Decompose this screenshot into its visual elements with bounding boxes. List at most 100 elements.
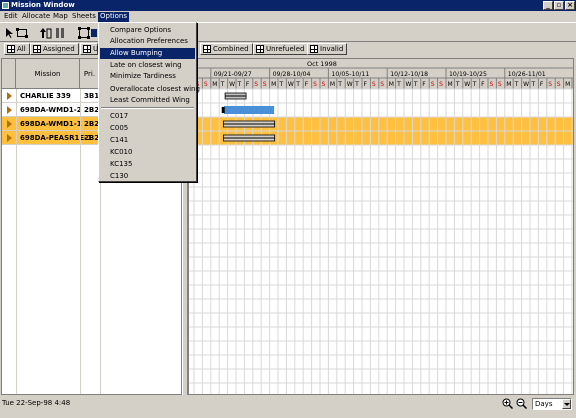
day-letter: T	[337, 81, 342, 88]
expand-triangle-icon[interactable]	[7, 92, 12, 100]
filter-label: Assigned	[43, 45, 75, 53]
expand-triangle-icon[interactable]	[7, 134, 12, 142]
filter-label: Unrefueled	[266, 45, 305, 53]
window-title: Mission Window	[11, 1, 75, 9]
day-letter: W	[464, 81, 470, 88]
expand-triangle-icon[interactable]	[7, 106, 12, 114]
day-letter: S	[431, 81, 435, 88]
day-letter: T	[514, 81, 519, 88]
day-letter: M	[330, 81, 335, 88]
day-letter: T	[396, 81, 401, 88]
menu-item-allocation-preferences[interactable]: Allocation Preferences	[100, 36, 195, 47]
mission-name: 698DA-WMD1-1	[20, 120, 82, 128]
grid-icon	[203, 45, 211, 53]
menu-item-late-on-closest-wing[interactable]: Late on closest wing	[100, 60, 195, 71]
filter-unassigned[interactable]: U	[80, 43, 98, 55]
menu-item-least-committed-wing[interactable]: Least Committed Wing	[100, 95, 195, 106]
fit-box-icon[interactable]	[78, 27, 90, 39]
day-letter: F	[246, 81, 250, 88]
day-letter: F	[481, 81, 485, 88]
day-letter: F	[364, 81, 368, 88]
day-letter: M	[448, 81, 453, 88]
select-box-icon[interactable]	[16, 27, 28, 39]
maximize-button[interactable]: ▫	[554, 1, 564, 10]
menu-item-compare-options[interactable]: Compare Options	[100, 25, 195, 36]
column-divider	[80, 89, 81, 394]
week-label: 10/12-10/18	[390, 71, 428, 78]
week-label: 09/21-09/27	[214, 71, 252, 78]
menu-item-aircraft-kc135[interactable]: KC135	[100, 159, 195, 170]
menu-item-minimize-tardiness[interactable]: Minimize Tardiness	[100, 71, 195, 82]
day-letter: S	[548, 81, 552, 88]
menu-separator	[101, 107, 194, 109]
app-icon	[2, 2, 9, 9]
day-letter: T	[295, 81, 300, 88]
zoom-out-icon[interactable]	[516, 398, 528, 410]
close-button[interactable]: ×	[565, 1, 575, 10]
day-letter: S	[204, 81, 208, 88]
mission-name: CHARLIE 339	[20, 92, 71, 100]
columns-icon[interactable]	[54, 27, 66, 39]
day-letter: M	[271, 81, 276, 88]
day-letter: W	[406, 81, 412, 88]
header-mission[interactable]: Mission	[16, 59, 80, 89]
select-arrow-icon[interactable]	[4, 27, 16, 39]
menu-item-aircraft-c017[interactable]: C017	[100, 111, 195, 122]
grid-icon	[83, 45, 91, 53]
expand-triangle-icon[interactable]	[7, 120, 12, 128]
menu-allocate[interactable]: Allocate	[20, 12, 52, 22]
mission-priority: 3B1	[84, 92, 100, 100]
day-letter: T	[354, 81, 359, 88]
day-letter: F	[540, 81, 544, 88]
menu-item-aircraft-c141[interactable]: C141	[100, 135, 195, 146]
chevron-down-icon[interactable]	[562, 399, 571, 409]
week-label: 10/19-10/25	[449, 71, 487, 78]
toolbar	[0, 22, 576, 42]
day-letter: T	[573, 81, 575, 88]
menu-item-aircraft-kc010[interactable]: KC010	[100, 147, 195, 158]
day-letter: S	[557, 81, 561, 88]
gantt-chart[interactable]: Oct 1998 09/21-09/27 09/28-10/04 10/05-10/1…	[188, 58, 574, 395]
menu-item-aircraft-c005[interactable]: C005	[100, 123, 195, 134]
filter-bar: All Assigned U Combined Unrefueled Inval…	[0, 42, 576, 56]
move-up-icon[interactable]	[40, 27, 52, 39]
minimize-button[interactable]: _	[543, 1, 553, 10]
grid-icon	[33, 45, 41, 53]
header-priority[interactable]: Pri.	[80, 59, 100, 89]
day-letter: T	[472, 81, 477, 88]
mission-priority: 2B2	[84, 106, 100, 114]
menu-item-overallocate-closest-wing[interactable]: Overallocate closest wing	[100, 84, 200, 95]
filter-label: Invalid	[320, 45, 344, 53]
day-letter: W	[229, 81, 235, 88]
filter-unrefueled[interactable]: Unrefueled	[253, 43, 309, 55]
menu-item-allow-bumping[interactable]: Allow Bumping	[100, 48, 195, 59]
menu-options[interactable]: Options	[98, 12, 130, 22]
filter-all[interactable]: All	[4, 43, 30, 55]
day-letter: F	[422, 81, 426, 88]
menu-edit[interactable]: Edit	[2, 12, 20, 22]
timeline-month: Oct 1998	[307, 60, 337, 68]
filter-label: All	[17, 45, 26, 53]
filter-invalid[interactable]: Invalid	[307, 43, 348, 55]
header-marker	[2, 59, 16, 89]
day-letter: M	[212, 81, 217, 88]
menu-map[interactable]: Map	[51, 12, 70, 22]
status-datetime: Tue 22-Sep-98 4:48	[2, 399, 71, 407]
day-letter: T	[455, 81, 460, 88]
time-unit-select[interactable]: Days	[532, 398, 572, 410]
day-letter: T	[220, 81, 225, 88]
menu-item-aircraft-c130[interactable]: C130	[100, 171, 195, 182]
filter-assigned[interactable]: Assigned	[30, 43, 79, 55]
day-letter: T	[237, 81, 242, 88]
day-letter: M	[389, 81, 394, 88]
filter-combined[interactable]: Combined	[200, 43, 253, 55]
day-letter: S	[263, 81, 267, 88]
day-letter: S	[380, 81, 384, 88]
menu-sheets[interactable]: Sheets	[70, 12, 98, 22]
mission-name: 698DA-WMD1-2	[20, 106, 82, 114]
mission-bar-start	[221, 107, 225, 113]
day-letter: T	[279, 81, 284, 88]
day-letter: S	[313, 81, 317, 88]
day-letter: S	[372, 81, 376, 88]
zoom-in-icon[interactable]	[502, 398, 514, 410]
